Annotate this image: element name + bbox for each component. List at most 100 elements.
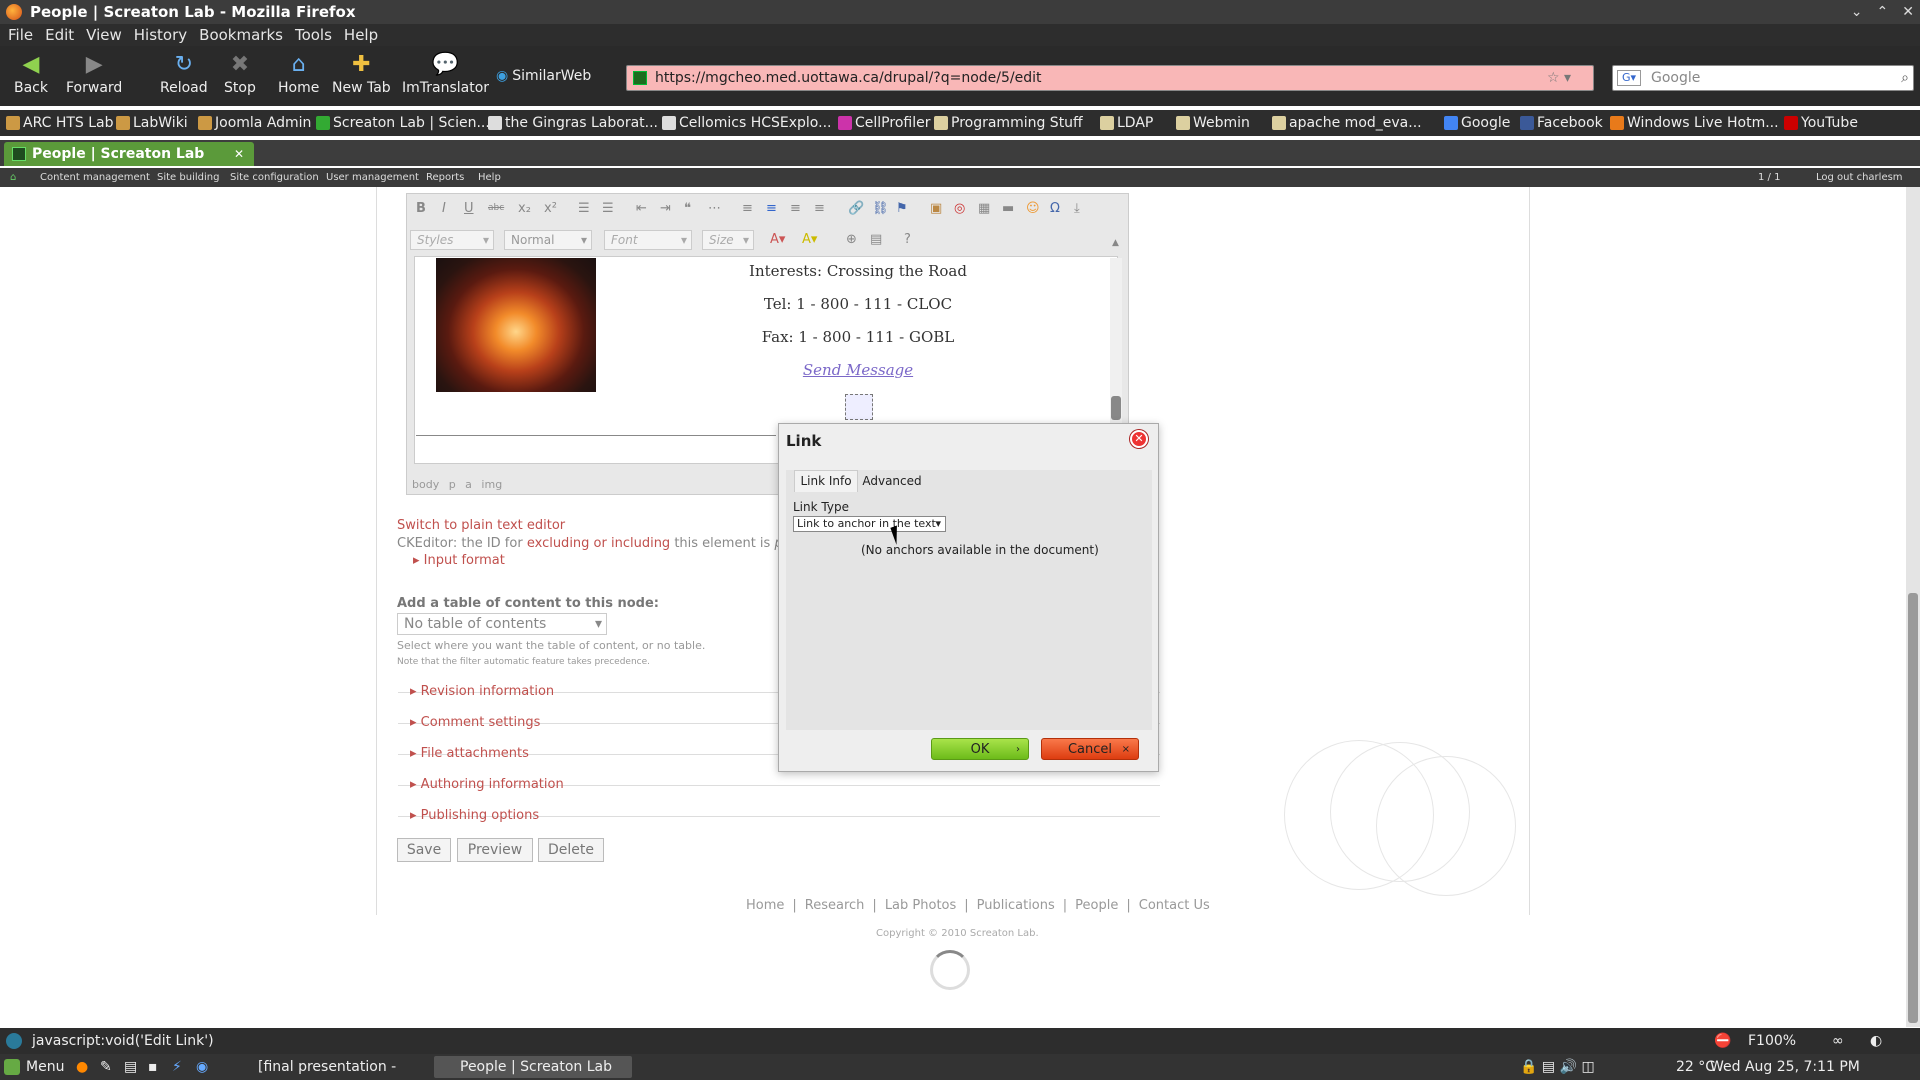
outdent-icon[interactable]: ⇤ [636, 201, 647, 216]
unlink-icon[interactable]: ⛓ [872, 201, 889, 216]
save-button[interactable]: Save [397, 838, 451, 862]
close-icon[interactable]: ✕ [1130, 430, 1148, 448]
menu-view[interactable]: View [80, 24, 128, 46]
numbered-list-icon[interactable]: ☰ [578, 201, 590, 216]
format-dropdown[interactable]: Normal [504, 230, 592, 250]
bulleted-list-icon[interactable]: ☰ [602, 201, 614, 216]
text-launcher-icon[interactable]: ▤ [124, 1054, 137, 1080]
menu-button[interactable]: Menu [26, 1054, 64, 1080]
search-bar[interactable]: G▾ Google ⌕ [1612, 65, 1914, 91]
bookmark-item[interactable]: YouTube [1784, 110, 1858, 136]
footer-publications-link[interactable]: Publications [977, 898, 1055, 913]
footer-lab-photos-link[interactable]: Lab Photos [885, 898, 956, 913]
back-button[interactable]: ◀ Back [14, 52, 48, 97]
table-icon[interactable]: ▦ [978, 201, 990, 216]
indent-icon[interactable]: ⇥ [660, 201, 671, 216]
menu-help[interactable]: Help [338, 24, 384, 46]
close-window-button[interactable]: ✕ [1902, 0, 1914, 24]
menu-history[interactable]: History [128, 24, 193, 46]
smiley-icon[interactable]: ☺ [1026, 201, 1040, 216]
stop-button[interactable]: ✖ Stop [224, 52, 256, 97]
editor-scrollbar-thumb[interactable] [1111, 396, 1121, 420]
reload-button[interactable]: ↻ Reload [160, 52, 208, 97]
bookmark-item[interactable]: ARC HTS Lab [6, 110, 114, 136]
anchor-icon[interactable]: ⚑ [896, 201, 908, 216]
admin-content-management[interactable]: Content management [40, 168, 150, 187]
home-button[interactable]: ⌂ Home [278, 52, 319, 97]
minimize-button[interactable]: ⌄ [1851, 0, 1863, 24]
show-blocks-icon[interactable]: ▤ [870, 232, 882, 247]
admin-site-building[interactable]: Site building [157, 168, 219, 187]
editor-launcher-icon[interactable]: ✎ [100, 1054, 112, 1080]
italic-icon[interactable]: I [442, 201, 446, 216]
fieldset-publishing-options[interactable]: ▸ Publishing options [410, 808, 539, 823]
collapse-toolbar-icon[interactable]: ▲ [1112, 238, 1119, 248]
url-bar[interactable]: https://mgcheo.med.uottawa.ca/drupal/?q=… [626, 65, 1594, 91]
firefox-launcher-icon[interactable]: ● [76, 1054, 88, 1080]
search-engine-google-icon[interactable]: G▾ [1617, 70, 1641, 86]
menu-tools[interactable]: Tools [289, 24, 338, 46]
page-break-icon[interactable]: ⤓ [1074, 201, 1080, 216]
admin-reports[interactable]: Reports [426, 168, 464, 187]
phoenix-image[interactable] [436, 258, 596, 392]
delete-button[interactable]: Delete [538, 838, 604, 862]
bookmark-item[interactable]: CellProfiler [838, 110, 930, 136]
infinity-icon[interactable]: ∞ [1832, 1028, 1844, 1054]
bookmark-item[interactable]: Facebook [1520, 110, 1603, 136]
tab-link-info[interactable]: Link Info [794, 470, 858, 492]
search-icon[interactable]: ⌕ [1901, 66, 1909, 90]
launcher-icon[interactable]: ⚡ [172, 1054, 182, 1080]
taskbar-item-firefox[interactable]: People | Screaton Lab -... [434, 1056, 632, 1078]
bookmark-item[interactable]: LabWiki [116, 110, 188, 136]
fieldset-comment-settings[interactable]: ▸ Comment settings [410, 715, 540, 730]
align-right-icon[interactable]: ≡ [790, 201, 801, 216]
footer-home-link[interactable]: Home [746, 898, 784, 913]
adblock-icon[interactable]: ⛔ [1714, 1028, 1731, 1054]
link-type-select[interactable]: Link to anchor in the text [793, 516, 946, 532]
align-justify-icon[interactable]: ≡ [814, 201, 825, 216]
admin-user-management[interactable]: User management [326, 168, 419, 187]
menu-edit[interactable]: Edit [39, 24, 80, 46]
bookmark-star-icon[interactable]: ☆ ▾ [1547, 66, 1571, 90]
menu-bookmarks[interactable]: Bookmarks [193, 24, 289, 46]
align-center-icon[interactable]: ≡ [766, 201, 777, 216]
flash-icon[interactable]: ◎ [954, 201, 965, 216]
toc-select[interactable]: No table of contents [397, 613, 607, 635]
bookmark-folder[interactable]: LDAP [1100, 110, 1153, 136]
footer-people-link[interactable]: People [1075, 898, 1118, 913]
send-message-link[interactable]: Send Message [658, 361, 1058, 379]
bold-icon[interactable]: B [416, 201, 426, 216]
maximize-button[interactable]: ⌃ [1877, 0, 1889, 24]
align-left-icon[interactable]: ≡ [742, 201, 753, 216]
strikethrough-icon[interactable]: abc [488, 203, 504, 213]
zoom-level[interactable]: F100% [1748, 1028, 1796, 1054]
taskbar-item-presentation[interactable]: [final presentation - Fil... [232, 1056, 422, 1078]
text-color-icon[interactable]: A▾ [770, 232, 785, 247]
bookmark-item[interactable]: Screaton Lab | Scien... [316, 110, 490, 136]
fieldset-revision-information[interactable]: ▸ Revision information [410, 684, 554, 699]
bookmark-item[interactable]: Windows Live Hotm... [1610, 110, 1779, 136]
admin-logout[interactable]: Log out charlesm [1816, 168, 1903, 187]
image-icon[interactable]: ▣ [930, 201, 942, 216]
tray-icons[interactable]: 🔒 ▤ 🔊 ◫ [1520, 1054, 1595, 1080]
menu-file[interactable]: File [2, 24, 39, 46]
horizontal-rule-icon[interactable]: ▬ [1002, 201, 1014, 216]
blockquote-icon[interactable]: ❝ [684, 201, 691, 216]
excluding-including-link[interactable]: excluding or including [527, 536, 670, 551]
admin-help[interactable]: Help [478, 168, 501, 187]
selected-image-placeholder[interactable] [845, 394, 873, 420]
editor-help-icon[interactable]: ? [904, 232, 911, 247]
fieldset-file-attachments[interactable]: ▸ File attachments [410, 746, 529, 761]
bookmark-item[interactable]: the Gingras Laborat... [488, 110, 658, 136]
subscript-icon[interactable]: x₂ [518, 201, 531, 216]
div-container-icon[interactable]: ⋯ [708, 201, 721, 216]
cancel-button[interactable]: Cancel × [1041, 738, 1139, 760]
maximize-editor-icon[interactable]: ⊕ [846, 232, 857, 247]
forward-button[interactable]: ▶ Forward [66, 52, 122, 97]
page-scrollbar[interactable] [1906, 187, 1920, 1027]
bookmark-item[interactable]: Joomla Admin [198, 110, 311, 136]
bookmark-item[interactable]: Google [1444, 110, 1510, 136]
tab-advanced[interactable]: Advanced [860, 470, 924, 492]
element-path[interactable]: body p a img [412, 478, 502, 491]
imtranslator-button[interactable]: 💬 ImTranslator [402, 52, 489, 97]
